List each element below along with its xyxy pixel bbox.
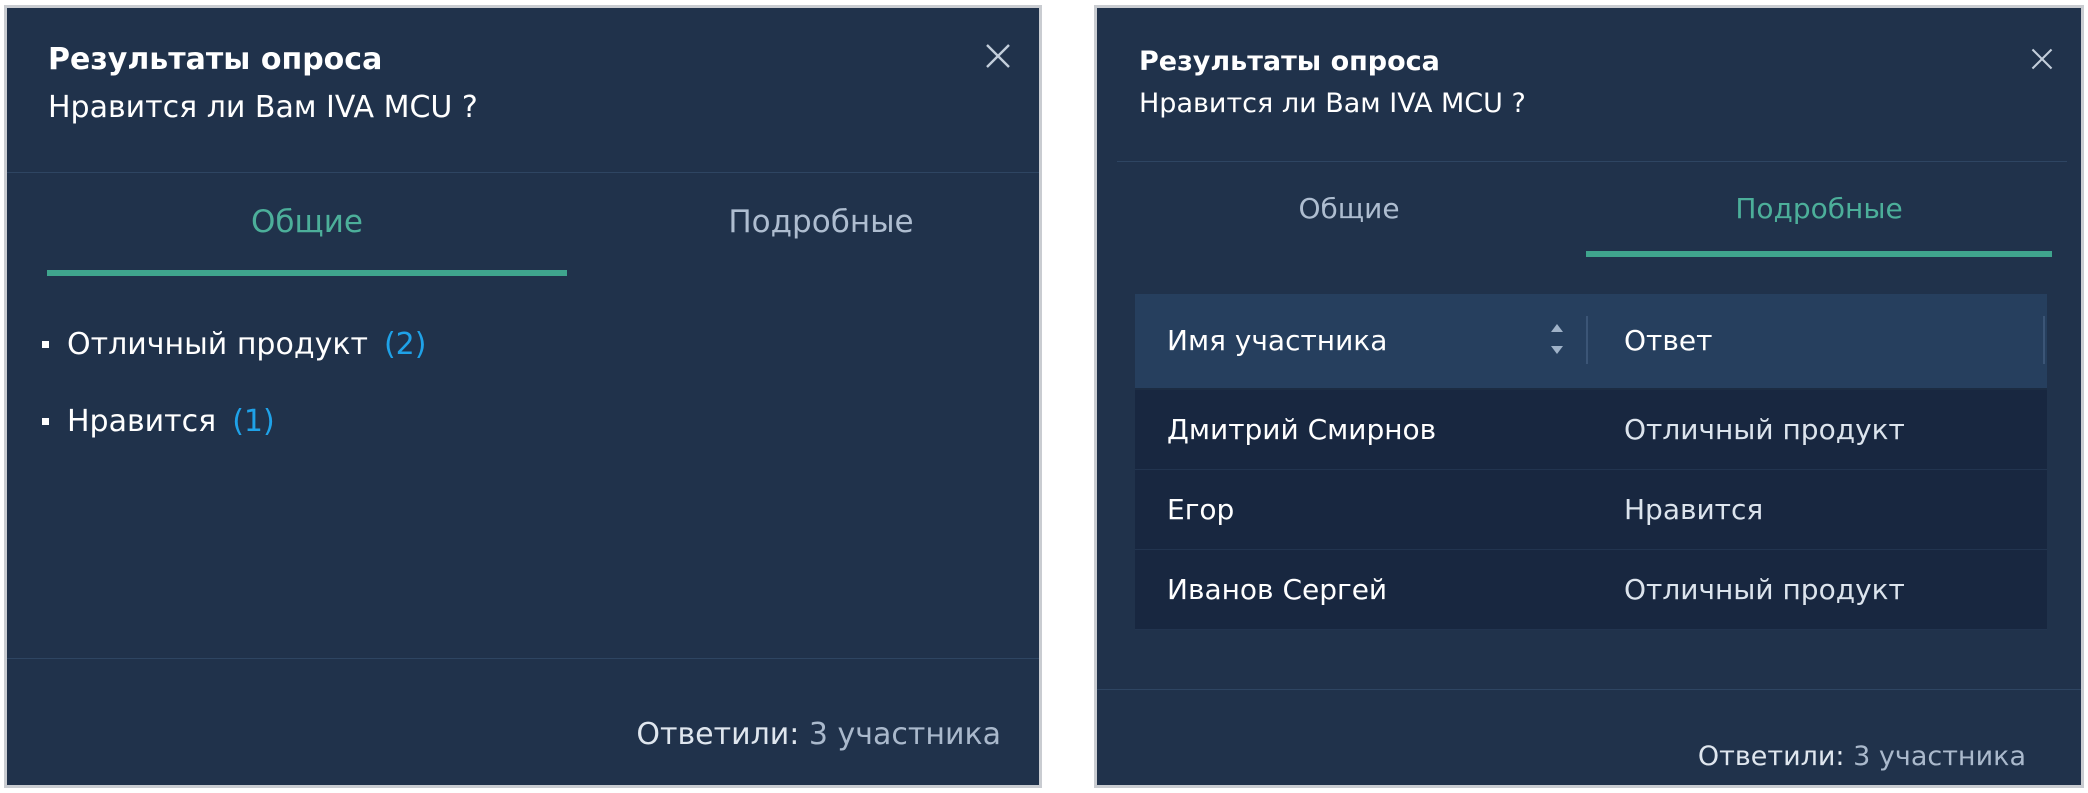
participant-answer: Отличный продукт (1624, 573, 1905, 606)
header-divider (1117, 161, 2067, 162)
sort-icon[interactable] (1549, 321, 1565, 357)
responded-summary: Ответили: 3 участника (1698, 741, 2026, 772)
column-separator[interactable] (2043, 316, 2045, 364)
responded-label: Ответили: (1697, 741, 1845, 772)
header-divider (7, 172, 1039, 173)
bullet (42, 418, 49, 425)
result-count: (1) (232, 404, 275, 439)
tab-detailed[interactable]: Подробные (567, 204, 1039, 240)
dialog-title: Результаты опроса (1139, 46, 1440, 77)
tab-detailed[interactable]: Подробные (1586, 192, 2052, 225)
responded-count: 3 участника (1853, 741, 2026, 772)
close-button[interactable] (2029, 46, 2055, 72)
table-row: Дмитрий Смирнов Отличный продукт (1135, 390, 2047, 470)
poll-question: Нравится ли Вам IVA MCU ? (1139, 88, 1526, 119)
footer-divider (1097, 689, 2081, 690)
column-separator[interactable] (1586, 316, 1588, 364)
result-count: (2) (383, 327, 427, 362)
table-row: Егор Нравится (1135, 470, 2047, 550)
responded-summary: Ответили: 3 участника (636, 717, 1001, 752)
result-label: Нравится (67, 404, 217, 439)
responded-label: Ответили: (636, 717, 800, 752)
participant-name: Егор (1167, 493, 1235, 526)
active-tab-indicator (1586, 251, 2052, 257)
close-icon (2031, 48, 2053, 70)
bullet (42, 341, 49, 348)
participant-answer: Отличный продукт (1624, 413, 1905, 446)
close-button[interactable] (983, 41, 1013, 71)
participants-table: Имя участника Ответ Дмитрий Смирнов Отли… (1135, 294, 2047, 630)
footer-divider (7, 658, 1039, 659)
poll-question: Нравится ли Вам IVA MCU ? (48, 90, 478, 125)
result-item: Нравится (1) (42, 404, 275, 439)
participant-answer: Нравится (1624, 493, 1764, 526)
tab-general[interactable]: Общие (1117, 192, 1581, 225)
column-header-answer[interactable]: Ответ (1624, 294, 1712, 388)
table-header: Имя участника Ответ (1135, 294, 2047, 390)
result-label: Отличный продукт (67, 327, 368, 362)
tab-general[interactable]: Общие (47, 204, 567, 240)
close-icon (986, 44, 1010, 68)
poll-results-dialog-detailed: Результаты опроса Нравится ли Вам IVA MC… (1094, 5, 2084, 788)
result-item: Отличный продукт (2) (42, 327, 426, 362)
active-tab-indicator (47, 270, 567, 276)
dialog-title: Результаты опроса (48, 42, 383, 77)
participant-name: Дмитрий Смирнов (1167, 413, 1437, 446)
participant-name: Иванов Сергей (1167, 573, 1388, 606)
column-header-participant[interactable]: Имя участника (1167, 294, 1387, 388)
table-row: Иванов Сергей Отличный продукт (1135, 550, 2047, 630)
poll-results-dialog-general: Результаты опроса Нравится ли Вам IVA MC… (4, 5, 1042, 788)
responded-count: 3 участника (808, 717, 1001, 752)
